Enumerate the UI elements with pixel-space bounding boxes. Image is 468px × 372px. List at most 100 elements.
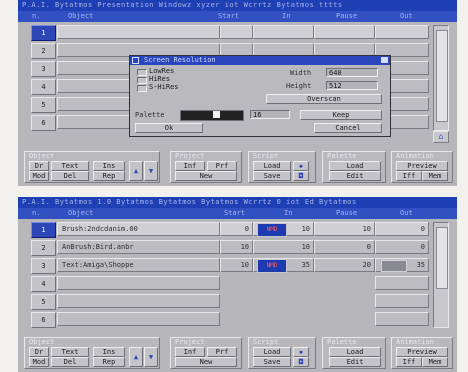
out-cell[interactable] — [375, 294, 429, 308]
preview-button[interactable]: Preview — [396, 347, 448, 357]
out-cell[interactable] — [375, 276, 429, 290]
start-cell[interactable]: 10 — [220, 258, 253, 272]
modify-button[interactable]: Mod — [29, 171, 49, 181]
iff-button[interactable]: Iff — [396, 171, 422, 181]
shires-radio[interactable] — [137, 85, 147, 92]
pause-cell[interactable]: 0 — [314, 240, 375, 254]
preview-button[interactable]: Preview — [396, 161, 448, 171]
iff-button[interactable]: Iff — [396, 357, 422, 367]
text-button[interactable]: Text — [51, 161, 89, 171]
col-start: Start — [224, 209, 246, 217]
info-button[interactable]: Inf — [175, 161, 205, 171]
object-cell[interactable]: Brush:2ndcdanim.00 — [57, 222, 220, 236]
table-row[interactable]: 6 — [18, 311, 457, 328]
insert-button[interactable]: Ins — [93, 161, 125, 171]
disk-icon[interactable]: ◘ — [293, 171, 309, 181]
up-arrow-icon[interactable]: ▲ — [129, 347, 143, 367]
disk-icon[interactable]: ◘ — [293, 357, 309, 367]
window-titlebar[interactable]: P.A.I. Bytatmos 1.0 Bytatmos Bytatmos By… — [18, 197, 457, 208]
palette-load-button[interactable]: Load — [329, 347, 381, 357]
draw-button[interactable]: Dr — [29, 347, 49, 357]
scroll-thumb[interactable] — [436, 227, 448, 289]
transition-thumbnail[interactable] — [381, 260, 407, 272]
replace-button[interactable]: Rep — [93, 171, 125, 181]
script-load-button[interactable]: Load — [253, 161, 291, 171]
height-field[interactable]: 512 — [326, 81, 378, 90]
object-cell[interactable] — [57, 276, 220, 290]
window-titlebar[interactable]: P.A.I. Bytatmos Presentation Windowz xyz… — [18, 0, 457, 11]
text-button[interactable]: Text — [51, 347, 89, 357]
table-row[interactable]: 5 — [18, 293, 457, 310]
overscan-button[interactable]: Overscan — [266, 94, 382, 104]
object-cell[interactable]: AnBrush:Bird.anbr — [57, 240, 220, 254]
pause-cell[interactable]: 20 — [314, 258, 375, 272]
lowres-radio[interactable] — [137, 69, 147, 76]
script-save-button[interactable]: Save — [253, 171, 291, 181]
modify-button[interactable]: Mod — [29, 357, 49, 367]
pause-cell[interactable] — [314, 25, 375, 39]
in-cell[interactable]: 10 — [253, 240, 314, 254]
draw-button[interactable]: Dr — [29, 161, 49, 171]
col-out: Out — [400, 209, 413, 217]
out-cell[interactable] — [375, 25, 429, 39]
up-arrow-icon[interactable]: ▲ — [129, 161, 143, 181]
transition-thumbnail[interactable]: NMD — [257, 223, 287, 237]
object-cell[interactable]: Text:Amiga\Shoppe — [57, 258, 220, 272]
dialog-titlebar[interactable]: Screen Resolution — [130, 56, 390, 65]
keep-button[interactable]: Keep — [300, 110, 382, 120]
width-field[interactable]: 640 — [326, 68, 378, 77]
close-icon[interactable] — [132, 57, 139, 64]
vertical-scrollbar[interactable] — [433, 222, 449, 328]
palette-load-button[interactable]: Load — [329, 161, 381, 171]
delete-button[interactable]: Del — [51, 357, 89, 367]
insert-button[interactable]: Ins — [93, 347, 125, 357]
slider-knob[interactable] — [213, 111, 220, 118]
prefs-button[interactable]: Prf — [207, 347, 237, 357]
out-cell[interactable]: 0 — [375, 240, 429, 254]
info-button[interactable]: Inf — [175, 347, 205, 357]
table-row[interactable]: 1 — [18, 24, 457, 41]
disk-icon[interactable]: ▪ — [293, 161, 309, 171]
replace-button[interactable]: Rep — [93, 357, 125, 367]
object-cell[interactable] — [57, 312, 220, 326]
palette-colors-field[interactable]: 16 — [250, 110, 290, 119]
transition-thumbnail[interactable]: NMD — [257, 259, 287, 273]
start-cell[interactable]: 0 — [220, 222, 253, 236]
out-cell[interactable]: 0 — [375, 222, 429, 236]
hires-radio[interactable] — [137, 77, 147, 84]
in-cell[interactable]: NMD 10 — [253, 222, 314, 237]
script-load-button[interactable]: Load — [253, 347, 291, 357]
palette-slider[interactable] — [180, 110, 244, 121]
vertical-scrollbar[interactable] — [433, 25, 449, 131]
start-cell[interactable] — [220, 25, 253, 39]
ok-button[interactable]: Ok — [135, 123, 203, 133]
down-arrow-icon[interactable]: ▼ — [144, 161, 158, 181]
palette-edit-button[interactable]: Edit — [329, 171, 381, 181]
table-row[interactable]: 2 AnBrush:Bird.anbr 10 10 0 0 — [18, 239, 457, 256]
mem-button[interactable]: Mem — [422, 357, 448, 367]
script-save-button[interactable]: Save — [253, 357, 291, 367]
start-cell[interactable]: 10 — [220, 240, 253, 254]
cancel-button[interactable]: Cancel — [314, 123, 382, 133]
depth-gadget-icon[interactable] — [381, 57, 388, 63]
table-row[interactable]: 1 Brush:2ndcdanim.00 0 NMD 10 10 0 — [18, 221, 457, 238]
palette-edit-button[interactable]: Edit — [329, 357, 381, 367]
object-cell[interactable] — [57, 25, 220, 39]
disk-icon[interactable]: ▪ — [293, 347, 309, 357]
new-button[interactable]: New — [175, 357, 237, 367]
table-row[interactable]: 4 — [18, 275, 457, 292]
mem-button[interactable]: Mem — [422, 171, 448, 181]
in-cell[interactable]: NMD 35 — [253, 258, 314, 273]
scroll-up-icon[interactable]: ⌂ — [433, 131, 449, 143]
scroll-thumb[interactable] — [436, 30, 448, 122]
down-arrow-icon[interactable]: ▼ — [144, 347, 158, 367]
new-button[interactable]: New — [175, 171, 237, 181]
pause-cell[interactable]: 10 — [314, 222, 375, 236]
out-cell[interactable]: 35 — [375, 258, 429, 272]
object-cell[interactable] — [57, 294, 220, 308]
out-cell[interactable] — [375, 312, 429, 326]
in-cell[interactable] — [253, 25, 314, 39]
table-row[interactable]: 3 Text:Amiga\Shoppe 10 NMD 35 20 35 — [18, 257, 457, 274]
delete-button[interactable]: Del — [51, 171, 89, 181]
prefs-button[interactable]: Prf — [207, 161, 237, 171]
